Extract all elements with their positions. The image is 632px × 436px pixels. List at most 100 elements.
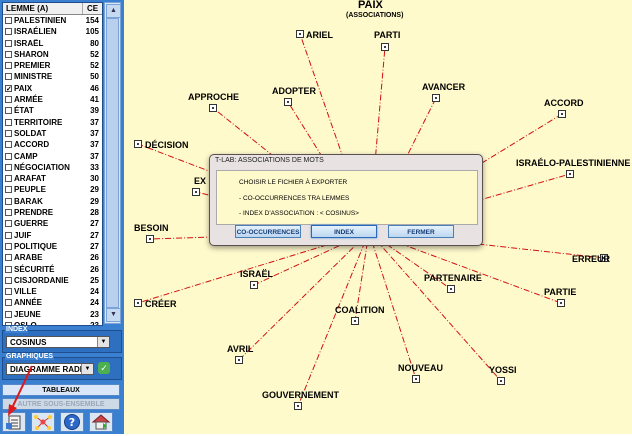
node-marker[interactable] <box>284 98 292 106</box>
lemma-checkbox[interactable] <box>5 96 12 104</box>
lemma-row[interactable]: ARABE 26 <box>3 252 102 263</box>
chevron-down-icon[interactable]: ▼ <box>97 337 109 347</box>
lemma-row[interactable]: BARAK 29 <box>3 196 102 207</box>
lemma-row[interactable]: VILLE 24 <box>3 286 102 297</box>
node-label[interactable]: ISRAÉLO-PALESTINIENNE <box>516 158 630 168</box>
lemma-checkbox[interactable] <box>5 62 12 70</box>
node-label[interactable]: ERREUR <box>572 254 610 264</box>
lemma-checkbox[interactable]: ✓ <box>5 84 12 93</box>
node-marker[interactable] <box>134 299 142 307</box>
lemma-checkbox[interactable] <box>5 39 12 47</box>
lemma-checkbox[interactable] <box>5 28 12 36</box>
lemma-row[interactable]: PREMIER 52 <box>3 60 102 71</box>
lemma-row[interactable]: JUIF 27 <box>3 230 102 241</box>
lemma-checkbox[interactable] <box>5 73 12 81</box>
node-label[interactable]: APPROCHE <box>188 92 239 102</box>
index-select[interactable]: COSINUS ▼ <box>6 336 110 348</box>
node-marker[interactable] <box>566 170 574 178</box>
lemma-row[interactable]: NÉGOCIATION 33 <box>3 162 102 173</box>
lemma-row[interactable]: SHARON 52 <box>3 49 102 60</box>
lemma-checkbox[interactable] <box>5 118 12 126</box>
node-label[interactable]: BESOIN <box>134 223 169 233</box>
lemma-checkbox[interactable] <box>5 17 12 24</box>
node-label[interactable]: AVANCER <box>422 82 465 92</box>
close-button[interactable]: FERMER <box>388 225 454 238</box>
node-marker[interactable] <box>497 377 505 385</box>
node-marker[interactable] <box>447 285 455 293</box>
column-header-lemma[interactable]: LEMME (A) <box>3 3 83 14</box>
lemma-checkbox[interactable] <box>5 175 12 183</box>
node-label[interactable]: ACCORD <box>544 98 584 108</box>
index-button[interactable]: INDEX <box>311 225 377 238</box>
lemma-checkbox[interactable] <box>5 197 12 205</box>
node-label[interactable]: AVRIL <box>227 344 253 354</box>
lemma-checkbox[interactable] <box>5 254 12 262</box>
lemma-row[interactable]: CAMP 37 <box>3 151 102 162</box>
lemma-checkbox[interactable] <box>5 231 12 239</box>
lemma-row[interactable]: SOLDAT 37 <box>3 128 102 139</box>
node-label[interactable]: NOUVEAU <box>398 363 443 373</box>
lemma-checkbox[interactable] <box>5 299 12 307</box>
lemma-checkbox[interactable] <box>5 288 12 296</box>
node-marker[interactable] <box>412 375 420 383</box>
lemma-row[interactable]: SÉCURITÉ 26 <box>3 264 102 275</box>
node-label[interactable]: PARTENAIRE <box>424 273 482 283</box>
lemma-list-scrollbar[interactable]: ▲ ▼ <box>104 2 121 324</box>
lemma-row[interactable]: CISJORDANIE 25 <box>3 275 102 286</box>
lemma-row[interactable]: ISRAÉLIEN 105 <box>3 26 102 37</box>
node-marker[interactable] <box>558 110 566 118</box>
node-marker[interactable] <box>209 104 217 112</box>
lemma-row[interactable]: JEUNE 23 <box>3 309 102 320</box>
lemma-row[interactable]: ARMÉE 41 <box>3 94 102 105</box>
lemma-checkbox[interactable] <box>5 141 12 149</box>
node-marker[interactable] <box>381 43 389 51</box>
node-label[interactable]: YOSSI <box>489 365 517 375</box>
lemma-row[interactable]: ISRAËL 80 <box>3 38 102 49</box>
lemma-checkbox[interactable] <box>5 220 12 228</box>
lemma-checkbox[interactable] <box>5 50 12 58</box>
node-label[interactable]: PARTI <box>374 30 400 40</box>
lemma-row[interactable]: ✓ PAIX 46 <box>3 83 102 94</box>
lemma-row[interactable]: GUERRE 27 <box>3 218 102 229</box>
node-label[interactable]: EX <box>194 176 206 186</box>
cooccurrences-button[interactable]: CO-OCCURRENCES <box>235 225 301 238</box>
node-marker[interactable] <box>146 235 154 243</box>
node-marker[interactable] <box>351 317 359 325</box>
node-marker[interactable] <box>235 356 243 364</box>
node-marker[interactable] <box>294 402 302 410</box>
scroll-down-icon[interactable]: ▼ <box>106 308 121 322</box>
chevron-down-icon[interactable]: ▼ <box>81 364 93 374</box>
node-label[interactable]: DÉCISION <box>145 140 189 150</box>
lemma-row[interactable]: TERRITOIRE 37 <box>3 117 102 128</box>
lemma-checkbox[interactable] <box>5 209 12 217</box>
lemma-checkbox[interactable] <box>5 163 12 171</box>
node-marker[interactable] <box>250 281 258 289</box>
home-button[interactable] <box>89 412 113 432</box>
node-marker[interactable] <box>432 94 440 102</box>
node-label[interactable]: ADOPTER <box>272 86 316 96</box>
node-label[interactable]: PARTIE <box>544 287 576 297</box>
lemma-row[interactable]: POLITIQUE 27 <box>3 241 102 252</box>
node-label[interactable]: GOUVERNEMENT <box>262 390 339 400</box>
apply-check-icon[interactable]: ✓ <box>98 362 110 374</box>
node-marker[interactable] <box>192 188 200 196</box>
node-label[interactable]: COALITION <box>335 305 385 315</box>
lemma-checkbox[interactable] <box>5 107 12 115</box>
lemma-checkbox[interactable] <box>5 265 12 273</box>
node-label[interactable]: ARIEL <box>306 30 333 40</box>
lemma-checkbox[interactable] <box>5 310 12 318</box>
scroll-thumb[interactable] <box>106 18 119 308</box>
node-marker[interactable] <box>134 140 142 148</box>
lemma-row[interactable]: ARAFAT 30 <box>3 173 102 184</box>
column-header-count[interactable]: CE <box>83 3 102 14</box>
node-marker[interactable] <box>557 299 565 307</box>
node-marker[interactable] <box>296 30 304 38</box>
lemma-row[interactable]: MINISTRE 50 <box>3 71 102 82</box>
lemma-row[interactable]: ANNÉE 24 <box>3 297 102 308</box>
lemma-checkbox[interactable] <box>5 129 12 137</box>
node-label[interactable]: ISRAËL <box>240 269 273 279</box>
lemma-checkbox[interactable] <box>5 242 12 250</box>
lemma-row[interactable]: PRENDRE 28 <box>3 207 102 218</box>
lemma-row[interactable]: PEUPLE 29 <box>3 184 102 195</box>
scroll-up-icon[interactable]: ▲ <box>106 4 121 18</box>
